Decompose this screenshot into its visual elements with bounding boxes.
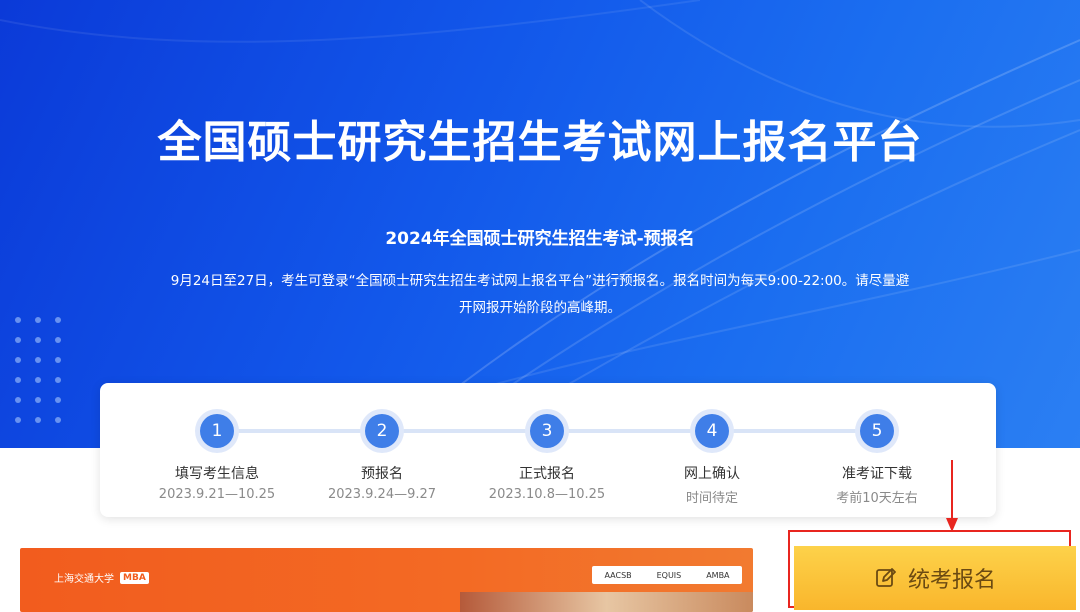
step-date: 2023.9.24—9.27 (327, 487, 437, 502)
unified-exam-register-button[interactable]: 统考报名 (794, 546, 1076, 610)
page-title: 全国硕士研究生招生考试网上报名平台 (157, 117, 923, 168)
hero-subtitle: 2024年全国硕士研究生招生考试-预报名 (385, 229, 695, 249)
step-name: 准考证下载 (842, 466, 912, 482)
step-circle: 4 (690, 409, 734, 453)
step-circle: 5 (855, 409, 899, 453)
hero-banner: 全国硕士研究生招生考试网上报名平台 2024年全国硕士研究生招生考试-预报名 9… (0, 0, 1080, 448)
register-button-label: 统考报名 (907, 568, 996, 593)
mba-badge: MBA (120, 571, 149, 584)
dot-grid-decoration (14, 316, 74, 440)
step-1: 1 填写考生信息 2023.9.21—10.25 (142, 409, 292, 502)
ad-banner[interactable]: 上海交通大学 MBA AACSB EQUIS AMBA (20, 548, 753, 612)
step-3: 3 正式报名 2023.10.8—10.25 (472, 409, 622, 502)
accreditation-equis: EQUIS (656, 570, 682, 580)
step-number: 5 (860, 414, 894, 448)
step-name: 填写考生信息 (175, 466, 259, 482)
step-name: 预报名 (361, 466, 403, 482)
step-circle: 3 (525, 409, 569, 453)
arrow-down-icon (946, 460, 958, 532)
step-4: 4 网上确认 时间待定 (637, 409, 787, 506)
edit-icon (876, 568, 896, 587)
accreditation-logos: AACSB EQUIS AMBA (592, 566, 742, 584)
accreditation-amba: AMBA (706, 570, 730, 580)
step-date: 2023.10.8—10.25 (488, 487, 606, 502)
banner-logo: 上海交通大学 MBA (54, 570, 149, 585)
step-date: 时间待定 (685, 491, 738, 506)
hero-description-line: 开网报开始阶段的高峰期。 (459, 300, 621, 316)
step-2: 2 预报名 2023.9.24—9.27 (307, 409, 457, 502)
accreditation-aacsb: AACSB (604, 570, 632, 580)
step-circle: 1 (195, 409, 239, 453)
step-number: 3 (530, 414, 564, 448)
step-name: 网上确认 (684, 466, 740, 482)
step-circle: 2 (360, 409, 404, 453)
registration-steps: 1 填写考生信息 2023.9.21—10.25 2 预报名 2023.9.24… (100, 383, 996, 517)
hero-description: 9月24日至27日，考生可登录“全国硕士研究生招生考试网上报名平台”进行预报名。… (140, 268, 940, 322)
step-number: 2 (365, 414, 399, 448)
university-logo-text: 上海交通大学 (54, 574, 114, 585)
step-number: 4 (695, 414, 729, 448)
banner-photo (460, 592, 753, 612)
step-number: 1 (200, 414, 234, 448)
step-date: 考前10天左右 (836, 491, 918, 506)
step-5: 5 准考证下载 考前10天左右 (802, 409, 952, 506)
step-date: 2023.9.21—10.25 (158, 487, 276, 502)
hero-description-line: 9月24日至27日，考生可登录“全国硕士研究生招生考试网上报名平台”进行预报名。… (170, 273, 910, 289)
step-name: 正式报名 (519, 466, 575, 482)
